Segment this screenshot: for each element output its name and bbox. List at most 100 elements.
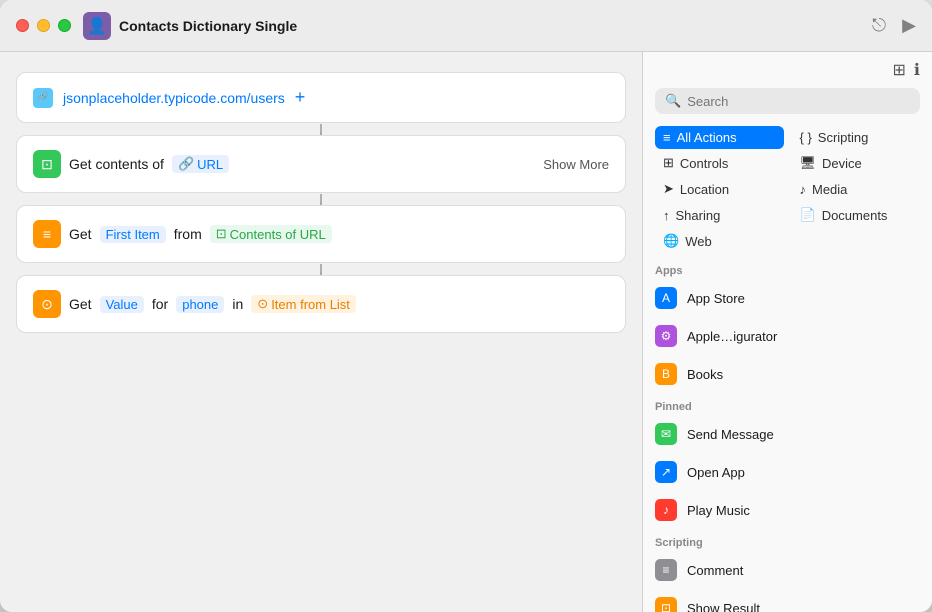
show-result-icon: ⊡ [655,597,677,612]
value-tag[interactable]: Value [100,296,144,313]
search-icon: 🔍 [665,93,681,109]
url-tag-icon: 🔗 [178,156,194,172]
minimize-button[interactable] [37,19,50,32]
open-app-item[interactable]: ↗ Open App [643,453,932,491]
books-label: Books [687,367,723,382]
cat-web[interactable]: 🌐 Web [655,229,784,253]
cat-all-actions[interactable]: ≡ All Actions [655,126,784,149]
cat-scripting[interactable]: { } Scripting [792,126,921,149]
close-button[interactable] [16,19,29,32]
open-app-icon: ↗ [655,461,677,483]
open-app-label: Open App [687,465,745,480]
web-icon: 🌐 [663,233,679,249]
documents-icon: 📄 [800,207,816,223]
cat-web-label: Web [685,234,712,249]
get-value-icon: ⊙ [33,290,61,318]
controls-icon: ⊞ [663,155,674,171]
app-store-label: App Store [687,291,745,306]
books-icon: B [655,363,677,385]
send-message-item[interactable]: ✉ Send Message [643,415,932,453]
get-item-block: ≡ Get First Item from ⊡ Contents of URL [16,205,626,263]
cat-all-actions-label: All Actions [677,130,737,145]
titlebar: 👤 Contacts Dictionary Single ⎋ ▶ [0,0,932,52]
cat-controls-label: Controls [680,156,728,171]
comment-label: Comment [687,563,743,578]
contents-icon: ⊡ [216,226,227,242]
device-icon: 🖥 [800,155,817,171]
cat-location-label: Location [680,182,729,197]
url-text[interactable]: jsonplaceholder.typicode.com/users [63,90,285,106]
get-contents-block: ⊡ Get contents of 🔗 URL Show More [16,135,626,193]
get-contents-label: Get contents of [69,156,164,172]
info-button[interactable]: ℹ [914,60,920,80]
comment-icon: ≡ [655,559,677,581]
phone-tag[interactable]: phone [176,296,224,313]
from-label: from [174,226,202,242]
all-actions-icon: ≡ [663,130,671,145]
main-content: 🔗 jsonplaceholder.typicode.com/users + ⊡… [0,52,932,612]
get-value-block: ⊙ Get Value for phone in ⊙ Item from Lis… [16,275,626,333]
send-message-label: Send Message [687,427,774,442]
cat-documents[interactable]: 📄 Documents [792,203,921,227]
apple-igurator-icon: ⚙ [655,325,677,347]
cat-location[interactable]: ➤ Location [655,177,784,201]
cat-documents-label: Documents [822,208,888,223]
add-url-button[interactable]: + [295,87,306,108]
books-item[interactable]: B Books [643,355,932,393]
share-button[interactable]: ⎋ [872,15,886,36]
cat-sharing[interactable]: ↑ Sharing [655,203,784,227]
categories-grid: ≡ All Actions { } Scripting ⊞ Controls 🖥… [643,122,932,257]
get-contents-icon: ⊡ [33,150,61,178]
show-result-item[interactable]: ⊡ Show Result [643,589,932,612]
cat-controls[interactable]: ⊞ Controls [655,151,784,175]
media-icon: ♪ [800,182,807,197]
item-icon: ⊙ [257,296,268,312]
titlebar-actions: ⎋ ▶ [872,15,916,36]
play-music-item[interactable]: ♪ Play Music [643,491,932,529]
get-value-label: Get [69,296,92,312]
contents-of-url-tag[interactable]: ⊡ Contents of URL [210,225,332,243]
search-input[interactable] [687,94,910,109]
cat-device-label: Device [822,156,862,171]
add-action-button[interactable]: ⊞ [893,60,906,80]
apps-section-label: Apps [643,257,932,279]
get-label: Get [69,226,92,242]
maximize-button[interactable] [58,19,71,32]
scripting-icon: { } [800,130,812,145]
app-store-icon: A [655,287,677,309]
in-label: in [232,296,243,312]
location-icon: ➤ [663,181,674,197]
cat-device[interactable]: 🖥 Device [792,151,921,175]
search-bar[interactable]: 🔍 [655,88,920,114]
play-music-icon: ♪ [655,499,677,521]
app-icon: 👤 [83,12,111,40]
show-more-button[interactable]: Show More [543,157,609,172]
comment-item[interactable]: ≡ Comment [643,551,932,589]
pinned-section-label: Pinned [643,393,932,415]
action-scroll-area[interactable]: Apps A App Store ⚙ Apple…igurator B Book… [643,257,932,612]
cat-sharing-label: Sharing [676,208,721,223]
run-button[interactable]: ▶ [902,15,916,36]
send-message-icon: ✉ [655,423,677,445]
url-icon: 🔗 [33,88,53,108]
window-title: Contacts Dictionary Single [119,18,872,34]
traffic-lights [16,19,71,32]
cat-scripting-label: Scripting [818,130,869,145]
first-item-tag[interactable]: First Item [100,226,166,243]
cat-media[interactable]: ♪ Media [792,177,921,201]
main-window: 👤 Contacts Dictionary Single ⎋ ▶ 🔗 jsonp… [0,0,932,612]
right-panel: ⊞ ℹ 🔍 ≡ All Actions { } Scripting ⊞ [642,52,932,612]
url-tag[interactable]: 🔗 URL [172,155,229,173]
play-music-label: Play Music [687,503,750,518]
show-result-label: Show Result [687,601,760,612]
sharing-icon: ↑ [663,208,670,223]
url-block[interactable]: 🔗 jsonplaceholder.typicode.com/users + [16,72,626,123]
app-store-item[interactable]: A App Store [643,279,932,317]
get-item-icon: ≡ [33,220,61,248]
item-from-list-tag[interactable]: ⊙ Item from List [251,295,356,313]
cat-media-label: Media [812,182,847,197]
apple-igurator-label: Apple…igurator [687,329,777,344]
for-label: for [152,296,168,312]
scripting-section-label: Scripting [643,529,932,551]
apple-igurator-item[interactable]: ⚙ Apple…igurator [643,317,932,355]
